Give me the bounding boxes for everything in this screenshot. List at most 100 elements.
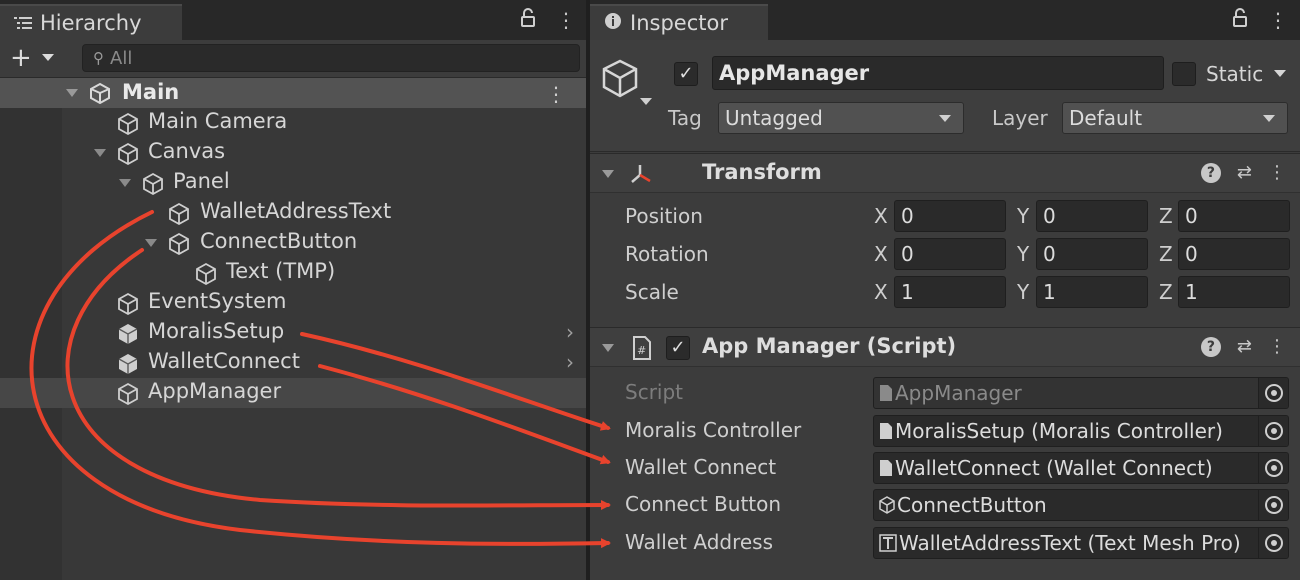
tree-item-walletconnect[interactable]: WalletConnect › <box>0 348 586 378</box>
axis-y-label: Y <box>1017 280 1030 304</box>
object-picker-icon[interactable] <box>1258 490 1288 520</box>
scene-row-main[interactable]: Main ⋮ <box>0 78 586 108</box>
axis-z-label: Z <box>1159 204 1173 228</box>
tree-item-text-tmp[interactable]: Text (TMP) <box>0 258 586 288</box>
icon-dropdown-caret-icon[interactable] <box>640 98 652 105</box>
position-x-field[interactable]: 0 <box>894 200 1006 232</box>
search-input[interactable] <box>110 47 550 69</box>
axis-x-label: X <box>874 242 888 266</box>
gameobject-cube-icon <box>167 202 191 231</box>
tag-label: Tag <box>668 106 702 130</box>
fold-arrow-icon[interactable] <box>119 179 131 187</box>
tree-item-walletaddresstext[interactable]: WalletAddressText <box>0 198 586 228</box>
rotation-y-field[interactable]: 0 <box>1036 238 1148 270</box>
wallet-connect-field[interactable]: WalletConnect (Wallet Connect) <box>873 452 1289 484</box>
connect-button-field[interactable]: ConnectButton <box>873 489 1289 521</box>
component-menu-icon[interactable]: ⋮ <box>1268 336 1286 357</box>
hierarchy-search[interactable]: ⚲ <box>82 44 580 72</box>
presets-icon[interactable]: ⇄ <box>1237 336 1252 357</box>
script-component-title: App Manager (Script) <box>702 334 957 358</box>
fold-arrow-icon[interactable] <box>145 239 157 247</box>
transform-component-header[interactable]: Transform ? ⇄ ⋮ <box>590 153 1300 193</box>
object-picker-icon[interactable] <box>1258 528 1288 558</box>
add-dropdown-caret-icon[interactable] <box>42 54 54 61</box>
transform-icon <box>628 162 654 191</box>
axis-z-label: Z <box>1159 280 1173 304</box>
tree-item-label: Panel <box>173 169 230 193</box>
chevron-down-icon <box>1263 115 1275 122</box>
tree-item-eventsystem[interactable]: EventSystem <box>0 288 586 318</box>
wallet-connect-value: WalletConnect (Wallet Connect) <box>895 456 1213 480</box>
fold-arrow-icon[interactable] <box>602 170 614 178</box>
object-name-field[interactable]: AppManager <box>712 56 1164 90</box>
component-menu-icon[interactable]: ⋮ <box>1268 162 1286 183</box>
script-file-icon: # <box>632 336 652 365</box>
static-dropdown-caret-icon[interactable] <box>1274 70 1286 77</box>
add-button[interactable]: + <box>10 44 32 72</box>
position-z-field[interactable]: 0 <box>1178 200 1290 232</box>
presets-icon[interactable]: ⇄ <box>1237 162 1252 183</box>
inspector-tab-bar: Inspector ⋮ <box>590 0 1300 40</box>
gameobject-cube-icon <box>116 292 140 321</box>
scene-menu-icon[interactable]: ⋮ <box>546 82 566 106</box>
scale-z-field[interactable]: 1 <box>1178 276 1290 308</box>
script-component-header[interactable]: # ✓ App Manager (Script) ? ⇄ ⋮ <box>590 327 1300 367</box>
prefab-cube-icon <box>116 322 140 351</box>
tree-item-panel[interactable]: Panel <box>0 168 586 198</box>
static-checkbox[interactable] <box>1172 62 1196 86</box>
chevron-down-icon <box>939 115 951 122</box>
tab-inspector[interactable]: Inspector <box>590 4 768 40</box>
axis-y-label: Y <box>1017 204 1030 228</box>
prefab-cube-icon <box>116 352 140 381</box>
fold-arrow-icon[interactable] <box>94 149 106 157</box>
tab-hierarchy[interactable]: Hierarchy <box>0 4 182 40</box>
tree-item-label: Canvas <box>148 139 226 163</box>
moralis-controller-field[interactable]: MoralisSetup (Moralis Controller) <box>873 415 1289 447</box>
wallet-address-field[interactable]: WalletAddressText (Text Mesh Pro) <box>873 527 1289 559</box>
chevron-right-icon[interactable]: › <box>566 350 574 374</box>
lock-icon[interactable] <box>520 8 536 33</box>
tree-item-moralissetup[interactable]: MoralisSetup › <box>0 318 586 348</box>
gameobject-cube-icon <box>116 142 140 171</box>
position-y-field[interactable]: 0 <box>1036 200 1148 232</box>
active-checkbox[interactable]: ✓ <box>674 62 698 86</box>
scene-label: Main <box>122 80 180 104</box>
help-icon[interactable]: ? <box>1200 162 1221 183</box>
tree-item-connectbutton[interactable]: ConnectButton <box>0 228 586 258</box>
transform-title: Transform <box>702 160 822 184</box>
hierarchy-toolbar: + ⚲ <box>0 40 586 78</box>
component-enabled-checkbox[interactable]: ✓ <box>666 336 690 360</box>
chevron-right-icon[interactable]: › <box>566 320 574 344</box>
wallet-address-label: Wallet Address <box>625 530 774 554</box>
fold-arrow-icon[interactable] <box>602 344 614 352</box>
tree-item-canvas[interactable]: Canvas <box>0 138 586 168</box>
tree-item-label: Text (TMP) <box>226 259 336 283</box>
more-options-icon[interactable]: ⋮ <box>556 8 576 33</box>
fold-arrow-icon[interactable] <box>66 89 78 97</box>
gameobject-header: ✓ AppManager Static Tag Untagged Layer D… <box>590 40 1300 152</box>
hierarchy-list-icon <box>14 11 32 35</box>
script-file-icon <box>879 418 893 447</box>
tree-item-label: MoralisSetup <box>148 319 285 343</box>
rotation-z-field[interactable]: 0 <box>1178 238 1290 270</box>
static-label[interactable]: Static <box>1206 62 1263 86</box>
help-icon[interactable]: ? <box>1200 336 1221 357</box>
hierarchy-panel: Hierarchy ⋮ + ⚲ Main ⋮ Main Camera Ca <box>0 0 586 580</box>
tree-item-label: Main Camera <box>148 109 288 133</box>
text-mesh-pro-icon <box>879 530 897 559</box>
rotation-x-field[interactable]: 0 <box>894 238 1006 270</box>
object-picker-icon[interactable] <box>1258 453 1288 483</box>
more-options-icon[interactable]: ⋮ <box>1268 8 1288 33</box>
scale-y-field[interactable]: 1 <box>1036 276 1148 308</box>
svg-text:#: # <box>637 344 646 357</box>
hierarchy-tab-bar: Hierarchy ⋮ <box>0 0 586 40</box>
object-picker-icon[interactable] <box>1258 416 1288 446</box>
gameobject-cube-icon[interactable] <box>600 58 640 105</box>
tree-item-appmanager[interactable]: AppManager <box>0 378 586 408</box>
lock-icon[interactable] <box>1232 8 1248 33</box>
scale-x-field[interactable]: 1 <box>894 276 1006 308</box>
tag-dropdown[interactable]: Untagged <box>718 102 964 134</box>
script-file-icon <box>879 455 893 484</box>
tree-item-main-camera[interactable]: Main Camera <box>0 108 586 138</box>
layer-dropdown[interactable]: Default <box>1062 102 1288 134</box>
